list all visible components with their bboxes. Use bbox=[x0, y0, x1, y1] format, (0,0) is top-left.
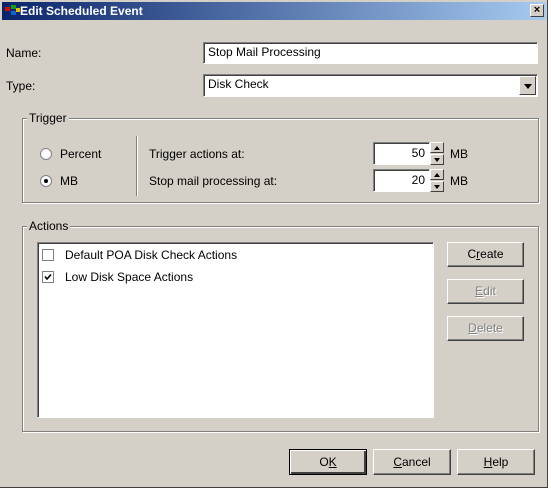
cancel-button[interactable]: Cancel bbox=[373, 449, 451, 475]
trigger-actions-input[interactable]: 50 bbox=[373, 142, 430, 165]
list-item-label: Default POA Disk Check Actions bbox=[65, 248, 238, 262]
create-button[interactable]: Create bbox=[447, 242, 524, 267]
app-icon bbox=[5, 5, 20, 15]
percent-radio[interactable] bbox=[40, 148, 52, 160]
delete-button-label: elete bbox=[476, 321, 503, 335]
spin-up-icon[interactable] bbox=[430, 169, 444, 180]
checkmark-icon bbox=[44, 273, 52, 281]
list-item-label: Low Disk Space Actions bbox=[65, 270, 194, 284]
trigger-actions-spinner[interactable] bbox=[430, 142, 444, 165]
list-item[interactable]: Default POA Disk Check Actions bbox=[42, 248, 422, 264]
list-item[interactable]: Low Disk Space Actions bbox=[42, 270, 422, 286]
spin-down-icon[interactable] bbox=[430, 154, 444, 165]
spin-up-icon[interactable] bbox=[430, 142, 444, 153]
type-label: Type: bbox=[6, 79, 36, 93]
close-button[interactable]: × bbox=[530, 4, 544, 17]
edit-scheduled-event-dialog: Edit Scheduled Event × Name: Stop Mail P… bbox=[0, 0, 548, 488]
stop-mail-label: Stop mail processing at: bbox=[149, 174, 278, 188]
edit-button-mnemonic: E bbox=[475, 284, 484, 298]
delete-button[interactable]: Delete bbox=[447, 316, 524, 341]
name-field[interactable]: Stop Mail Processing bbox=[203, 42, 538, 64]
chevron-down-icon[interactable] bbox=[519, 76, 536, 95]
title-bar: Edit Scheduled Event × bbox=[2, 2, 546, 20]
cancel-button-label: ancel bbox=[401, 455, 431, 469]
ok-button[interactable]: OK bbox=[289, 449, 367, 475]
cancel-button-mnemonic: C bbox=[393, 455, 402, 469]
trigger-group-title: Trigger bbox=[27, 111, 69, 125]
actions-list[interactable]: Default POA Disk Check Actions Low Disk … bbox=[37, 242, 434, 418]
spin-down-icon[interactable] bbox=[430, 181, 444, 192]
type-select-value: Disk Check bbox=[208, 77, 269, 91]
trigger-divider bbox=[136, 136, 137, 196]
mb-radio-label: MB bbox=[60, 174, 78, 188]
edit-button-label: dit bbox=[483, 284, 496, 298]
stop-mail-unit: MB bbox=[450, 174, 468, 188]
low-disk-space-checkbox[interactable] bbox=[42, 271, 54, 283]
ok-button-mnemonic: K bbox=[328, 455, 337, 469]
percent-radio-label: Percent bbox=[60, 147, 102, 161]
radio-selected-dot bbox=[44, 179, 48, 183]
create-button-label-rest: eate bbox=[480, 247, 504, 261]
mb-radio[interactable] bbox=[40, 175, 52, 187]
stop-mail-spinner[interactable] bbox=[430, 169, 444, 192]
type-select[interactable]: Disk Check bbox=[203, 74, 538, 97]
actions-group-title: Actions bbox=[27, 219, 71, 233]
help-button-label: elp bbox=[492, 455, 509, 469]
ok-button-label: O bbox=[319, 455, 329, 469]
default-poa-checkbox[interactable] bbox=[42, 249, 54, 261]
name-label: Name: bbox=[6, 46, 42, 60]
trigger-actions-unit: MB bbox=[450, 147, 468, 161]
delete-button-mnemonic: D bbox=[468, 321, 477, 335]
edit-button[interactable]: Edit bbox=[447, 279, 524, 304]
create-button-label: C bbox=[467, 247, 477, 261]
stop-mail-input[interactable]: 20 bbox=[373, 169, 430, 192]
trigger-actions-label: Trigger actions at: bbox=[149, 147, 245, 161]
help-button[interactable]: Help bbox=[457, 449, 535, 475]
window-title: Edit Scheduled Event bbox=[20, 4, 143, 18]
